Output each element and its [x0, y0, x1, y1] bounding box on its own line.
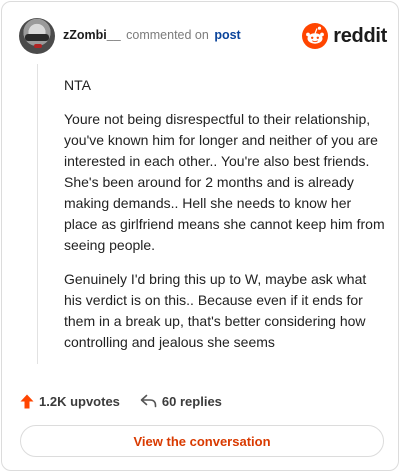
- thread-line: [37, 64, 38, 364]
- upvotes-count: 1.2K upvotes: [39, 393, 120, 409]
- comment-card: zZombi__ commented on post reddit NTA Yo…: [1, 1, 399, 471]
- comment-meta: zZombi__ commented on post: [63, 28, 241, 42]
- comment-stats: 1.2K upvotes 60 replies: [20, 390, 222, 412]
- reddit-snoo-icon: [302, 23, 329, 49]
- comment-paragraph: Youre not being disrespectful to their r…: [64, 111, 385, 253]
- replies-stat[interactable]: 60 replies: [140, 394, 222, 409]
- reddit-wordmark: reddit: [333, 24, 387, 47]
- avatar[interactable]: [19, 18, 55, 54]
- reddit-logo[interactable]: reddit: [302, 21, 387, 51]
- upvotes-stat[interactable]: 1.2K upvotes: [20, 394, 120, 409]
- view-conversation-button[interactable]: View the conversation: [20, 425, 384, 457]
- post-link[interactable]: post: [214, 28, 240, 42]
- comment-paragraph: NTA: [64, 77, 91, 93]
- action-text: commented on: [126, 28, 209, 42]
- replies-count: 60 replies: [161, 393, 222, 409]
- comment-header: zZombi__ commented on post reddit: [19, 18, 387, 54]
- upvote-arrow-icon: [20, 394, 34, 408]
- username-link[interactable]: zZombi__: [63, 28, 121, 42]
- comment-paragraph: Genuinely I'd bring this up to W, maybe …: [64, 271, 367, 350]
- avatar-band: [25, 34, 49, 41]
- reply-arrow-icon: [140, 394, 157, 408]
- comment-body: NTA Youre not being disrespectful to the…: [64, 75, 386, 366]
- avatar-mouth: [34, 44, 42, 48]
